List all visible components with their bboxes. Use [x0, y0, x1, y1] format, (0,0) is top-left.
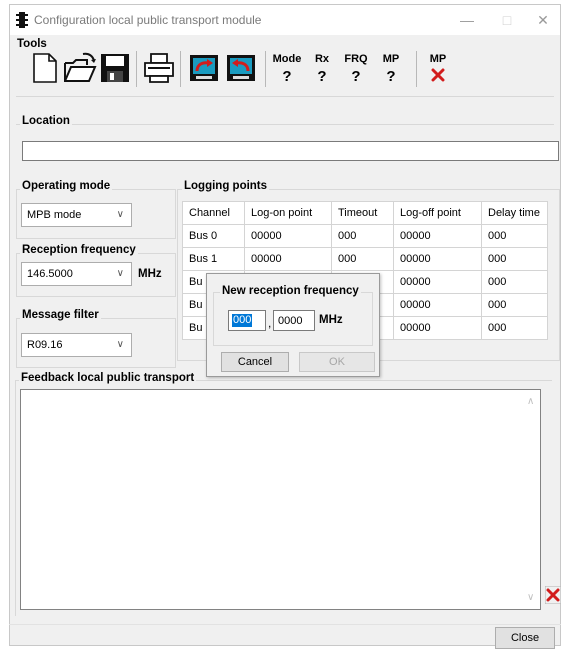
upload-to-device-icon[interactable]: [187, 51, 221, 85]
logging-points-label: Logging points: [182, 180, 270, 192]
close-button[interactable]: Close: [495, 627, 555, 649]
table-cell[interactable]: 00000: [393, 316, 482, 340]
reception-frequency-value: 146.5000: [27, 268, 73, 280]
toolbar-separator: [180, 51, 181, 87]
mode-status-label: Mode: [272, 53, 302, 65]
toolbar-separator: [265, 51, 266, 87]
operating-mode-select[interactable]: MPB mode ∨: [21, 203, 132, 227]
decimal-separator: ,: [268, 316, 272, 330]
frequency-integer-input[interactable]: 000: [228, 310, 266, 331]
table-cell[interactable]: 00000: [393, 224, 482, 248]
message-filter-label: Message filter: [20, 309, 101, 321]
frequency-decimal-value: 0000: [278, 315, 303, 327]
chevron-down-icon: ∨: [116, 268, 124, 279]
dialog-unit-label: MHz: [319, 314, 343, 326]
mp-connection-label: MP: [429, 53, 447, 65]
reception-frequency-select[interactable]: 146.5000 ∨: [21, 262, 132, 286]
mode-status-value: ?: [282, 68, 292, 85]
mp-status-label: MP: [382, 53, 400, 65]
operating-mode-label: Operating mode: [20, 180, 113, 192]
message-filter-select[interactable]: R09.16 ∨: [21, 333, 132, 357]
frequency-integer-value: 000: [232, 314, 253, 327]
table-cell[interactable]: 000: [481, 270, 548, 294]
table-cell[interactable]: 000: [481, 224, 548, 248]
table-cell[interactable]: 00000: [393, 247, 482, 271]
toolbar-separator: [136, 51, 137, 87]
chevron-down-icon: ∨: [116, 209, 124, 220]
close-window-button[interactable]: ✕: [530, 9, 556, 31]
frequency-decimal-input[interactable]: 0000: [273, 310, 315, 331]
open-folder-icon[interactable]: [63, 51, 97, 85]
column-header: Channel: [182, 201, 245, 225]
mp-status: MP ?: [376, 53, 406, 85]
table-cell: Bus 0: [182, 224, 245, 248]
maximize-button[interactable]: □: [494, 9, 520, 31]
table-cell[interactable]: 000: [481, 293, 548, 317]
table-header-row: Channel Log-on point Timeout Log-off poi…: [182, 201, 548, 225]
toolbar-separator: [416, 51, 417, 87]
chevron-down-icon: ∨: [116, 339, 124, 350]
mode-status: Mode ?: [272, 53, 302, 85]
minimize-button[interactable]: —: [454, 9, 480, 31]
table-cell[interactable]: 000: [481, 316, 548, 340]
scroll-up-icon[interactable]: ∧: [527, 396, 534, 407]
table-cell[interactable]: 000: [331, 247, 394, 271]
new-frequency-dialog: New reception frequency 000 , 0000 MHz C…: [206, 273, 380, 377]
reception-frequency-label: Reception frequency: [20, 244, 138, 256]
title-bar: Configuration local public transport mod…: [10, 5, 560, 35]
feedback-textarea[interactable]: ∧ ∨: [20, 389, 541, 610]
table-cell[interactable]: 000: [481, 247, 548, 271]
column-header: Log-off point: [393, 201, 482, 225]
table-row[interactable]: Bus 1 00000 000 00000 000: [182, 247, 548, 271]
footer-divider: [9, 624, 561, 625]
column-header: Log-on point: [244, 201, 332, 225]
table-cell[interactable]: 00000: [393, 293, 482, 317]
operating-mode-value: MPB mode: [27, 209, 82, 221]
red-x-icon: [431, 68, 445, 82]
window-title: Configuration local public transport mod…: [34, 13, 262, 27]
mp-connection-status: MP: [423, 53, 453, 82]
scroll-down-icon[interactable]: ∨: [527, 592, 534, 603]
download-from-device-icon[interactable]: [224, 51, 258, 85]
frq-status: FRQ ?: [341, 53, 371, 85]
rx-status-value: ?: [317, 68, 327, 85]
table-cell[interactable]: 00000: [244, 247, 332, 271]
save-disk-icon[interactable]: [98, 51, 132, 85]
reception-frequency-unit: MHz: [138, 268, 162, 280]
table-cell[interactable]: 00000: [393, 270, 482, 294]
table-cell[interactable]: 000: [331, 224, 394, 248]
column-header: Timeout: [331, 201, 394, 225]
printer-icon[interactable]: [142, 51, 176, 85]
new-file-icon[interactable]: [28, 51, 62, 85]
ok-button[interactable]: OK: [299, 352, 375, 372]
column-header: Delay time: [481, 201, 548, 225]
frq-status-label: FRQ: [344, 53, 368, 65]
traffic-light-icon: [16, 12, 28, 28]
cancel-button[interactable]: Cancel: [221, 352, 289, 372]
message-filter-value: R09.16: [27, 339, 63, 351]
mp-status-value: ?: [386, 68, 396, 85]
dialog-title: New reception frequency: [220, 285, 361, 297]
rx-status: Rx ?: [307, 53, 337, 85]
clear-feedback-icon[interactable]: [545, 586, 561, 604]
table-row[interactable]: Bus 0 00000 000 00000 000: [182, 224, 548, 248]
tools-group-label: Tools: [15, 38, 49, 50]
table-cell[interactable]: 00000: [244, 224, 332, 248]
location-label: Location: [20, 115, 72, 127]
table-cell: Bus 1: [182, 247, 245, 271]
frq-status-value: ?: [351, 68, 361, 85]
feedback-label: Feedback local public transport: [19, 372, 197, 384]
location-input[interactable]: [22, 141, 559, 161]
feedback-scrollbar[interactable]: ∧ ∨: [523, 390, 540, 609]
rx-status-label: Rx: [314, 53, 330, 65]
